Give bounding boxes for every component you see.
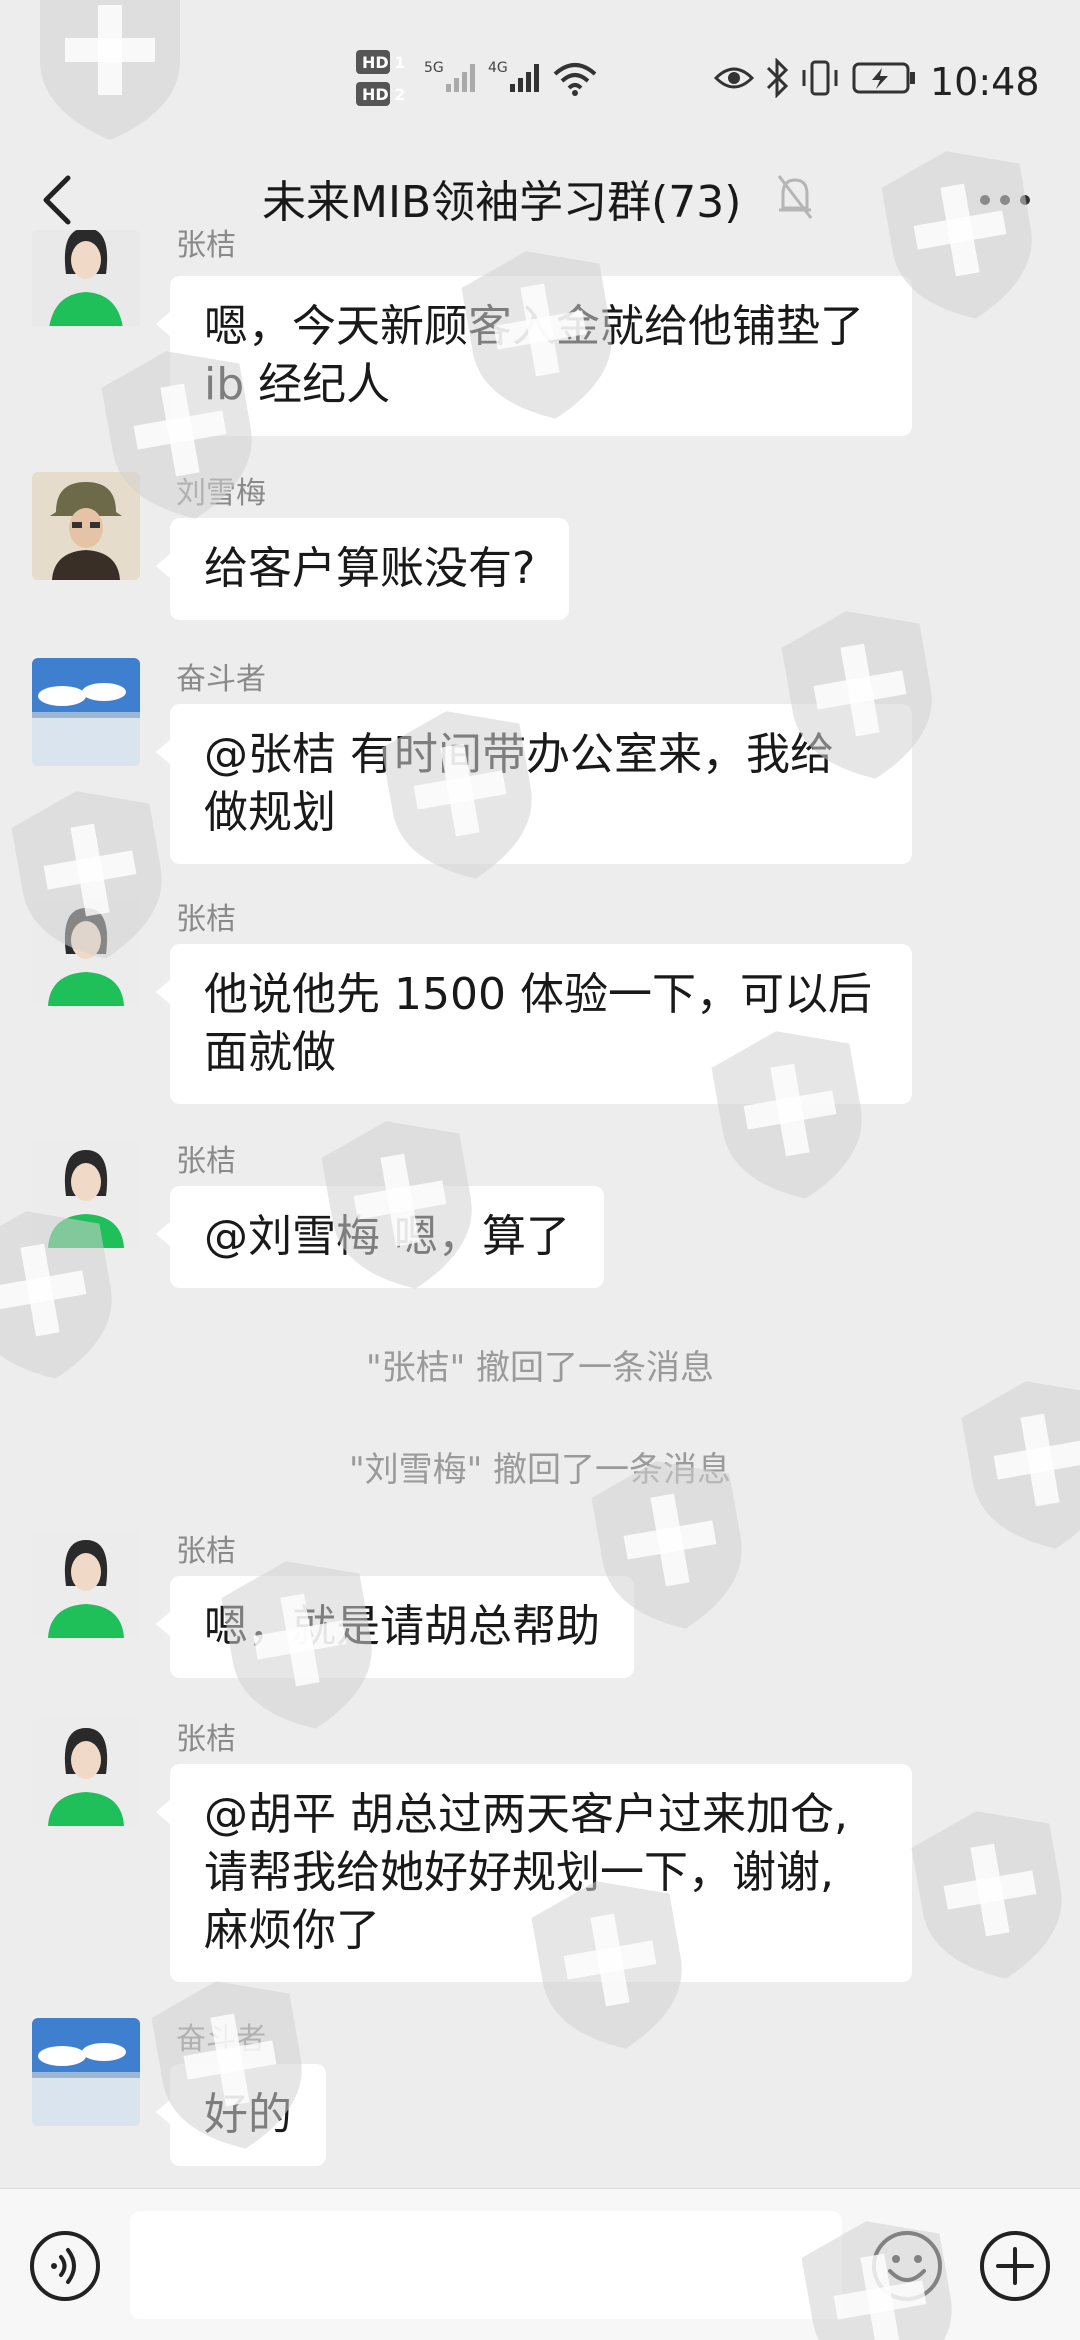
message-line: 做规划 (204, 787, 336, 838)
bluetooth-icon (766, 58, 789, 98)
sender-name: 奋斗者 (176, 2022, 266, 2057)
recall-notice: "张桔" 撤回了一条消息 (365, 1348, 715, 1388)
sender-name: 张桔 (176, 902, 236, 937)
message-line: 好的 (204, 2089, 292, 2140)
clock: 10:48 (930, 60, 1040, 104)
message-line: 面就做 (204, 1027, 336, 1078)
message-line: ib 经纪人 (204, 359, 391, 410)
message-line: 嗯，就是请胡总帮助 (204, 1601, 600, 1652)
vibrate-icon (802, 60, 838, 96)
hd2-label: HD 2 (362, 85, 405, 104)
message-bubble[interactable]: @胡平 胡总过两天客户过来加仓, 请帮我给她好好规划一下，谢谢, 麻烦你了 (156, 1764, 912, 1982)
message-line: @刘雪梅 嗯，算了 (204, 1211, 570, 1262)
message-bubble[interactable]: 给客户算账没有? (155, 518, 570, 620)
message-line: 给客户算账没有? (204, 543, 536, 594)
hd1-label: HD 1 (362, 53, 405, 72)
message-line: 他说他先 1500 体验一下，可以后 (204, 969, 872, 1020)
message-line: 请帮我给她好好规划一下，谢谢, (204, 1847, 834, 1898)
woman-green-avatar[interactable] (32, 230, 140, 336)
message-bubble[interactable]: 他说他先 1500 体验一下，可以后 面就做 (156, 944, 912, 1104)
signal-4g-icon: 4G (488, 60, 539, 92)
signal-5g-icon: 5G (424, 60, 475, 92)
woman-green-avatar[interactable] (32, 898, 140, 1006)
woman-green-avatar[interactable] (32, 1140, 140, 1248)
sender-name: 张桔 (176, 228, 236, 263)
voice-icon[interactable] (28, 2229, 102, 2303)
sky-sea-avatar[interactable] (32, 658, 140, 766)
net2-label: 4G (488, 60, 508, 76)
battery-icon (852, 62, 915, 94)
message-line: @胡平 胡总过两天客户过来加仓, (204, 1789, 848, 1840)
sender-name: 张桔 (176, 1534, 236, 1569)
more-icon[interactable] (975, 175, 1035, 225)
chat-title[interactable]: 未来MIB领袖学习群(73) (262, 166, 741, 230)
message-bubble[interactable]: @刘雪梅 嗯，算了 (156, 1186, 604, 1288)
message-bubble[interactable]: 好的 (156, 2064, 326, 2166)
emoji-icon[interactable] (870, 2229, 944, 2303)
message-line: 嗯，今天新顾客入金就给他铺垫了 (204, 301, 864, 352)
bell-off-icon (777, 175, 813, 219)
net1-label: 5G (424, 60, 444, 76)
wifi-icon (553, 63, 597, 96)
sky-sea-avatar[interactable] (32, 2018, 140, 2126)
woman-green-avatar[interactable] (32, 1530, 140, 1638)
sender-name: 刘雪梅 (176, 476, 266, 511)
woman-green-avatar[interactable] (32, 1718, 140, 1826)
input-bar (0, 2188, 1080, 2340)
woman-hat-avatar[interactable] (32, 472, 140, 580)
message-bubble[interactable]: 嗯，今天新顾客入金就给他铺垫了 ib 经纪人 (156, 276, 912, 436)
shield-watermark-icon (907, 1799, 1075, 1991)
message-bubble[interactable]: @张桔 有时间带办公室来，我给 做规划 (156, 704, 912, 864)
chat-screen: HD 1 HD 2 5G 4G 10:48 未来MIB领袖学习群(73) 张桔 … (0, 0, 1080, 2340)
message-bubble[interactable]: 嗯，就是请胡总帮助 (156, 1576, 634, 1678)
eye-icon (714, 67, 754, 89)
plus-icon[interactable] (978, 2229, 1052, 2303)
chat-header: 未来MIB领袖学习群(73) (0, 150, 1080, 250)
message-line: @张桔 有时间带办公室来，我给 (204, 729, 834, 780)
chevron-left-icon[interactable] (28, 160, 98, 240)
recall-notice: "刘雪梅" 撤回了一条消息 (348, 1450, 732, 1490)
message-line: 麻烦你了 (204, 1905, 380, 1956)
message-input[interactable] (130, 2211, 842, 2319)
hd-signal-icon: HD 1 HD 2 (356, 50, 405, 106)
status-bar: HD 1 HD 2 5G 4G 10:48 (0, 0, 1080, 150)
sender-name: 张桔 (176, 1722, 236, 1757)
sender-name: 张桔 (176, 1144, 236, 1179)
sender-name: 奋斗者 (176, 662, 266, 697)
